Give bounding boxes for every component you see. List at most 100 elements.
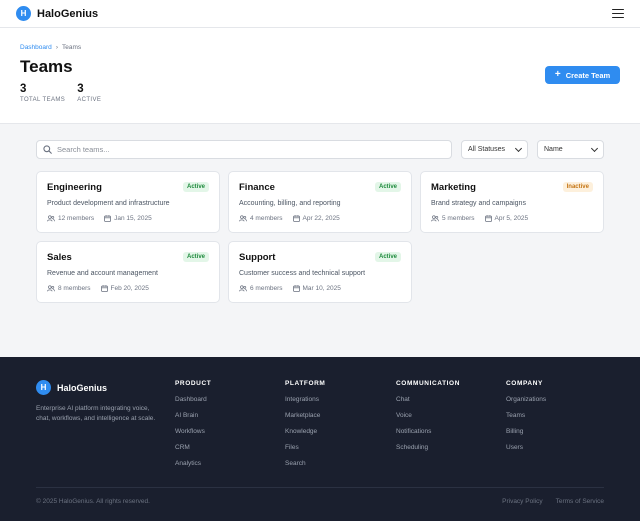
privacy-policy-link[interactable]: Privacy Policy (502, 498, 542, 505)
footer-link-organizations[interactable]: Organizations (506, 396, 546, 403)
calendar-icon (292, 285, 300, 292)
users-icon (431, 215, 439, 222)
terms-of-service-link[interactable]: Terms of Service (556, 498, 604, 505)
calendar-icon (104, 215, 111, 222)
stat-label: TOTAL TEAMS (20, 97, 66, 103)
footer-link-workflows[interactable]: Workflows (175, 428, 211, 435)
footer-brand-name: HaloGenius (57, 382, 108, 393)
team-card-support[interactable]: Support Active Customer success and tech… (228, 241, 412, 303)
sort-select[interactable]: Name (537, 140, 604, 159)
team-description: Customer success and technical support (239, 270, 366, 277)
footer-column-title: PRODUCT (175, 380, 212, 387)
footer-column-title: COMMUNICATION (396, 380, 461, 387)
search-box[interactable] (36, 140, 452, 159)
footer-link-knowledge[interactable]: Knowledge (285, 428, 325, 435)
footer-column-title: COMPANY (506, 380, 543, 387)
team-description: Revenue and account management (47, 270, 158, 277)
page-header: Dashboard › Teams Teams 3 TOTAL TEAMS 3 … (0, 28, 640, 124)
status-badge: Active (374, 182, 401, 192)
footer-link-notifications[interactable]: Notifications (396, 428, 460, 435)
breadcrumb-current: Teams (61, 44, 82, 51)
create-team-button[interactable]: + Create Team (545, 66, 620, 84)
members-text: 5 members (442, 215, 475, 222)
hamburger-menu-icon[interactable] (612, 9, 624, 18)
status-badge: Inactive (562, 182, 593, 192)
status-badge: Active (374, 252, 401, 262)
members-text: 6 members (250, 285, 283, 292)
footer-link-voice[interactable]: Voice (396, 412, 460, 419)
date-text: Mar 10, 2025 (302, 285, 341, 292)
stat-label: ACTIVE (77, 97, 102, 103)
footer-description: Enterprise AI platform integrating voice… (36, 405, 156, 422)
members-text: 8 members (58, 285, 91, 292)
team-meta: 12 members Jan 15, 2025 (47, 215, 209, 222)
footer-link-teams[interactable]: Teams (506, 412, 546, 419)
logo-icon[interactable]: H (16, 6, 31, 21)
members-count: 6 members (239, 285, 283, 292)
footer-column-company: COMPANY Organizations Teams Billing User… (506, 380, 546, 451)
created-date: Mar 10, 2025 (292, 285, 341, 292)
status-filter-value: All Statuses (468, 146, 505, 153)
footer-divider (36, 487, 604, 488)
footer-link-search[interactable]: Search (285, 460, 325, 467)
footer-link-crm[interactable]: CRM (175, 444, 211, 451)
stat-active: 3 ACTIVE (77, 83, 101, 103)
footer-link-chat[interactable]: Chat (396, 396, 460, 403)
footer-link-dashboard[interactable]: Dashboard (175, 396, 211, 403)
search-input[interactable] (57, 145, 437, 154)
team-description: Product development and infrastructure (47, 200, 170, 207)
date-text: Jan 15, 2025 (114, 215, 152, 222)
footer-logo-icon: H (36, 380, 51, 395)
footer-link-scheduling[interactable]: Scheduling (396, 444, 460, 451)
calendar-icon (292, 215, 300, 222)
created-date: Feb 20, 2025 (100, 285, 149, 292)
footer-column-product: PRODUCT Dashboard AI Brain Workflows CRM… (175, 380, 211, 467)
status-badge: Active (182, 252, 209, 262)
members-text: 12 members (58, 215, 95, 222)
create-team-label: Create Team (565, 70, 611, 80)
footer-copyright: © 2025 HaloGenius. All rights reserved. (36, 498, 150, 505)
members-text: 4 members (250, 215, 283, 222)
footer-link-integrations[interactable]: Integrations (285, 396, 325, 403)
sort-value: Name (544, 146, 563, 153)
footer-link-marketplace[interactable]: Marketplace (285, 412, 325, 419)
footer-link-billing[interactable]: Billing (506, 428, 546, 435)
footer-link-users[interactable]: Users (506, 444, 546, 451)
footer-legal-links: Privacy Policy Terms of Service (502, 498, 604, 505)
stats-row: 3 TOTAL TEAMS 3 ACTIVE (20, 83, 620, 103)
users-icon (239, 215, 247, 222)
breadcrumb-dashboard-link[interactable]: Dashboard (20, 44, 52, 51)
members-count: 8 members (47, 285, 91, 292)
users-icon (47, 285, 55, 292)
members-count: 4 members (239, 215, 283, 222)
team-description: Brand strategy and campaigns (431, 200, 526, 207)
members-count: 5 members (431, 215, 475, 222)
chevron-down-icon (514, 144, 523, 152)
users-icon (239, 285, 247, 292)
team-meta: 6 members Mar 10, 2025 (239, 285, 401, 292)
footer-link-analytics[interactable]: Analytics (175, 460, 211, 467)
site-footer: H HaloGenius Enterprise AI platform inte… (0, 357, 640, 521)
date-text: Feb 20, 2025 (110, 285, 149, 292)
team-card-finance[interactable]: Finance Active Accounting, billing, and … (228, 171, 412, 233)
team-meta: 5 members Apr 5, 2025 (431, 215, 593, 222)
stat-value: 3 (77, 83, 84, 95)
date-text: Apr 5, 2025 (494, 215, 529, 222)
team-card-engineering[interactable]: Engineering Active Product development a… (36, 171, 220, 233)
members-count: 12 members (47, 215, 94, 222)
footer-column-title: PLATFORM (285, 380, 326, 387)
footer-column-communication: COMMUNICATION Chat Voice Notifications S… (396, 380, 460, 451)
team-card-sales[interactable]: Sales Active Revenue and account managem… (36, 241, 220, 303)
team-description: Accounting, billing, and reporting (239, 200, 341, 207)
stat-total-teams: 3 TOTAL TEAMS (20, 83, 65, 103)
status-filter-select[interactable]: All Statuses (461, 140, 528, 159)
footer-link-files[interactable]: Files (285, 444, 325, 451)
team-card-marketing[interactable]: Marketing Inactive Brand strategy and ca… (420, 171, 604, 233)
users-icon (47, 215, 55, 222)
chevron-down-icon (590, 144, 599, 152)
top-navbar: H HaloGenius (0, 0, 640, 28)
app-name[interactable]: HaloGenius (37, 8, 98, 20)
footer-link-ai-brain[interactable]: AI Brain (175, 412, 211, 419)
breadcrumb-separator: › (55, 44, 58, 51)
team-meta: 8 members Feb 20, 2025 (47, 285, 209, 292)
